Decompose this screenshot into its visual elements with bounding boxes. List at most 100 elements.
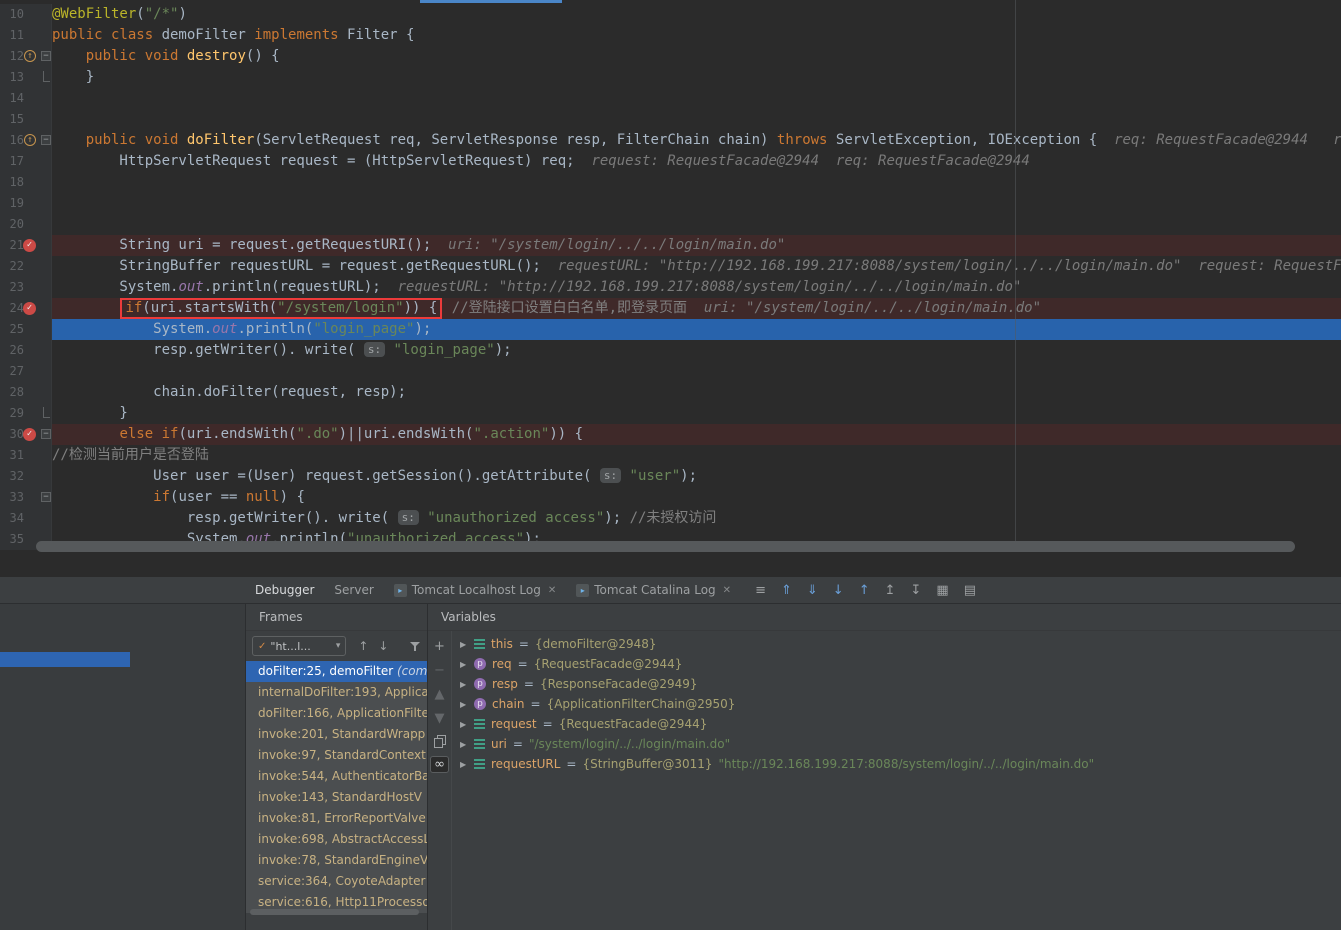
view-options-icon[interactable]: ≡ — [755, 583, 766, 598]
variable-reference-value: {StringBuffer@3011} — [582, 757, 712, 771]
scroll-up-log-icon[interactable]: ↑ — [859, 583, 870, 598]
expand-chevron-icon[interactable]: ▶ — [460, 660, 468, 669]
tab-tomcat-localhost-log[interactable]: ▸Tomcat Localhost Log✕ — [384, 577, 566, 604]
gutter: 14 — [0, 88, 52, 109]
expand-chevron-icon[interactable]: ▶ — [460, 700, 468, 709]
variable-row[interactable]: ▶this = {demoFilter@2948} — [452, 634, 1094, 654]
move-watch-down-icon[interactable]: ▼ — [435, 711, 445, 726]
filter-funnel-icon[interactable] — [410, 641, 421, 652]
annotation-red-box: if(uri.startsWith("/system/login")) { — [120, 298, 442, 319]
override-method-icon[interactable]: ↑ — [24, 134, 36, 146]
frame-row[interactable]: invoke:143, StandardHostV — [246, 787, 427, 808]
frame-text: service:616, Http11Processor — [258, 895, 427, 909]
override-method-icon[interactable]: ↑ — [24, 50, 36, 62]
fold-collapse-icon[interactable]: − — [41, 429, 51, 439]
expand-chevron-icon[interactable]: ▶ — [460, 760, 468, 769]
thread-dropdown[interactable]: ✓ "ht...l... ▾ — [252, 636, 346, 656]
chevron-down-icon: ▾ — [336, 641, 341, 651]
editor-horizontal-scrollbar[interactable] — [36, 541, 1295, 552]
frame-row[interactable]: internalDoFilter:193, Applicat — [246, 682, 427, 703]
import-log-icon[interactable]: ↧ — [911, 583, 922, 598]
expand-chevron-icon[interactable]: ▶ — [460, 740, 468, 749]
variable-list: ▶this = {demoFilter@2948}▶preq = {Reques… — [452, 631, 1094, 930]
deploy-artifact-icon[interactable]: ⇑ — [781, 583, 792, 598]
code-text: System.out.println(requestURL); requestU… — [52, 277, 1341, 298]
scroll-down-log-icon[interactable]: ↓ — [833, 583, 844, 598]
equals-sign: = — [566, 757, 576, 771]
variable-row[interactable]: ▶request = {RequestFacade@2944} — [452, 714, 1094, 734]
restore-layout-icon[interactable]: ▤ — [964, 583, 976, 598]
breakpoint-icon[interactable]: ✓ — [23, 239, 36, 252]
code-line-28: 28 chain.doFilter(request, resp); — [0, 382, 1341, 403]
frame-text: invoke:143, StandardHostV — [258, 790, 422, 804]
fold-collapse-icon[interactable]: − — [41, 51, 51, 61]
code-line-34: 34 resp.getWriter(). write( s: "unauthor… — [0, 508, 1341, 529]
active-file-tab-indicator — [420, 0, 562, 3]
tab-tomcat-catalina-log[interactable]: ▸Tomcat Catalina Log✕ — [566, 577, 741, 604]
previous-frame-icon[interactable]: ↑ — [358, 639, 368, 653]
frames-horizontal-scrollbar[interactable] — [250, 909, 419, 915]
gutter: 16↑− — [0, 130, 52, 151]
frame-row[interactable]: doFilter:166, ApplicationFilte — [246, 703, 427, 724]
duplicate-watch-icon[interactable] — [434, 735, 445, 747]
code-line-27: 27 — [0, 361, 1341, 382]
add-watch-icon[interactable]: + — [434, 639, 445, 654]
code-text — [52, 361, 1341, 382]
line-number: 10 — [0, 4, 24, 25]
tab-debugger[interactable]: Debugger — [245, 577, 324, 604]
local-variable-icon — [474, 759, 485, 769]
code-line-17: 17 HttpServletRequest request = (HttpSer… — [0, 151, 1341, 172]
close-icon[interactable]: ✕ — [548, 585, 556, 596]
gutter: 33− — [0, 487, 52, 508]
debug-left-area — [0, 604, 245, 930]
watch-toolbar: + − ▲ ▼ ∞ — [428, 631, 452, 930]
variable-name: request — [491, 717, 537, 731]
frame-row[interactable]: invoke:201, StandardWrapp — [246, 724, 427, 745]
fold-collapse-icon[interactable]: − — [41, 135, 51, 145]
console-icon: ▸ — [394, 584, 407, 597]
code-text: StringBuffer requestURL = request.getReq… — [52, 256, 1341, 277]
frame-row[interactable]: invoke:544, AuthenticatorBa — [246, 766, 427, 787]
move-watch-up-icon[interactable]: ▲ — [435, 687, 445, 702]
fold-collapse-icon[interactable]: − — [41, 492, 51, 502]
code-line-16: 16↑− public void doFilter(ServletRequest… — [0, 130, 1341, 151]
breakpoint-icon[interactable]: ✓ — [23, 428, 36, 441]
expand-chevron-icon[interactable]: ▶ — [460, 640, 468, 649]
tab-server[interactable]: Server — [324, 577, 383, 604]
frame-row[interactable]: doFilter:25, demoFilter (com — [246, 661, 427, 682]
frame-row[interactable]: invoke:78, StandardEngineV — [246, 850, 427, 871]
frame-text: invoke:81, ErrorReportValve — [258, 811, 426, 825]
export-log-icon[interactable]: ↥ — [885, 583, 896, 598]
variable-row[interactable]: ▶preq = {RequestFacade@2944} — [452, 654, 1094, 674]
close-icon[interactable]: ✕ — [723, 585, 731, 596]
frame-row[interactable]: service:364, CoyoteAdapter — [246, 871, 427, 892]
remove-watch-icon[interactable]: − — [434, 663, 445, 678]
code-line-14: 14 — [0, 88, 1341, 109]
gutter: 15 — [0, 109, 52, 130]
undeploy-artifact-icon[interactable]: ⇓ — [807, 583, 818, 598]
frame-row[interactable]: invoke:97, StandardContext — [246, 745, 427, 766]
gutter: 29 — [0, 403, 52, 424]
equals-sign: = — [531, 697, 541, 711]
variable-row[interactable]: ▶uri = "/system/login/../../login/main.d… — [452, 734, 1094, 754]
expand-chevron-icon[interactable]: ▶ — [460, 680, 468, 689]
gutter: 21✓ — [0, 235, 52, 256]
next-frame-icon[interactable]: ↓ — [378, 639, 388, 653]
parameter-icon: p — [474, 658, 486, 670]
variable-row[interactable]: ▶requestURL = {StringBuffer@3011} "http:… — [452, 754, 1094, 774]
code-line-31: 31//检测当前用户是否登陆 — [0, 445, 1341, 466]
code-line-24: 24✓ if(uri.startsWith("/system/login")) … — [0, 298, 1341, 319]
frame-row[interactable]: invoke:698, AbstractAccessL — [246, 829, 427, 850]
line-number: 30 — [0, 424, 24, 445]
expand-chevron-icon[interactable]: ▶ — [460, 720, 468, 729]
variable-row[interactable]: ▶pchain = {ApplicationFilterChain@2950} — [452, 694, 1094, 714]
variable-row[interactable]: ▶presp = {ResponseFacade@2949} — [452, 674, 1094, 694]
code-line-23: 23 System.out.println(requestURL); reque… — [0, 277, 1341, 298]
watch-return-values-icon[interactable]: ∞ — [430, 756, 449, 773]
code-text: public class demoFilter implements Filte… — [52, 25, 1341, 46]
layout-grid-icon[interactable]: ▦ — [936, 583, 948, 598]
breakpoint-icon[interactable]: ✓ — [23, 302, 36, 315]
local-variable-icon — [474, 719, 485, 729]
editor-lines: 10@WebFilter("/*")11public class demoFil… — [0, 0, 1341, 550]
frame-row[interactable]: invoke:81, ErrorReportValve — [246, 808, 427, 829]
